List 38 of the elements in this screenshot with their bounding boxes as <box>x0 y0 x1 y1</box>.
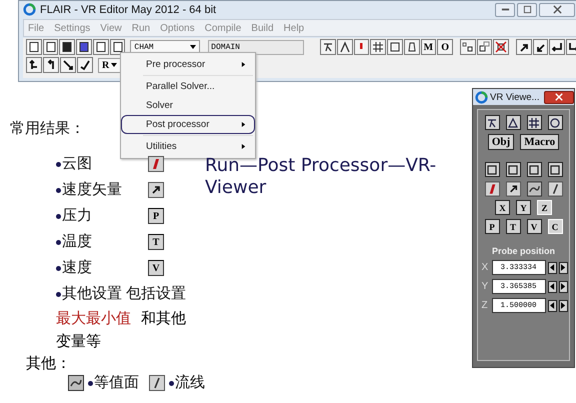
menu-item[interactable]: Parallel Solver... <box>121 77 255 96</box>
bullet-text: 其他设置 包括设置 <box>56 284 186 304</box>
axis-button[interactable]: Z <box>537 200 552 215</box>
heading-text: 其他： <box>26 354 71 373</box>
menu-item[interactable]: Solver <box>121 96 255 115</box>
note-text: 和其他 <box>141 309 186 328</box>
probe-label: Probe position <box>492 246 555 256</box>
variable-button[interactable]: V <box>526 219 542 234</box>
menu-item[interactable]: Post processor <box>121 115 255 134</box>
text-button[interactable]: Obj <box>488 134 514 150</box>
note-text: 最大最小值 <box>56 309 131 328</box>
heading-text: 常用结果： <box>10 119 85 138</box>
bullet-text: 温度 <box>56 232 148 252</box>
menu-item[interactable]: Pre processor <box>121 55 255 74</box>
path-caption: Run—Post Processor—VR-Viewer <box>205 155 438 199</box>
variable-button[interactable]: T <box>506 219 520 234</box>
axis-button[interactable]: X <box>495 200 510 215</box>
axis-label: X <box>482 262 490 273</box>
variable-button[interactable]: P <box>484 219 500 234</box>
window-title: VR Viewe... <box>490 92 540 102</box>
note-text: 变量等 <box>56 332 101 351</box>
variable-button[interactable]: C <box>548 219 562 234</box>
toolbar-button[interactable]: O <box>437 39 453 55</box>
bullet-text: 云图 <box>56 154 148 174</box>
bullet-text: 等值面 <box>88 373 139 393</box>
menu-item[interactable]: Utilities <box>121 137 255 156</box>
domain-field[interactable]: DOMAIN <box>208 40 304 54</box>
axis-button[interactable]: Y <box>516 200 531 215</box>
view-dropdown[interactable]: R <box>98 58 121 72</box>
bullet-text: 压力 <box>56 206 148 226</box>
bullet-text: 速度 <box>56 258 148 278</box>
window-title: FLAIR - VR Editor May 2012 - 64 bit <box>40 4 216 16</box>
toolbar-button[interactable]: M <box>420 39 436 55</box>
axis-label: Z <box>482 300 489 311</box>
bullet-text: 流线 <box>169 373 205 393</box>
bullet-text: 速度矢量 <box>56 180 148 200</box>
axis-label: Y <box>482 281 490 292</box>
text-button[interactable]: Macro <box>520 134 560 150</box>
